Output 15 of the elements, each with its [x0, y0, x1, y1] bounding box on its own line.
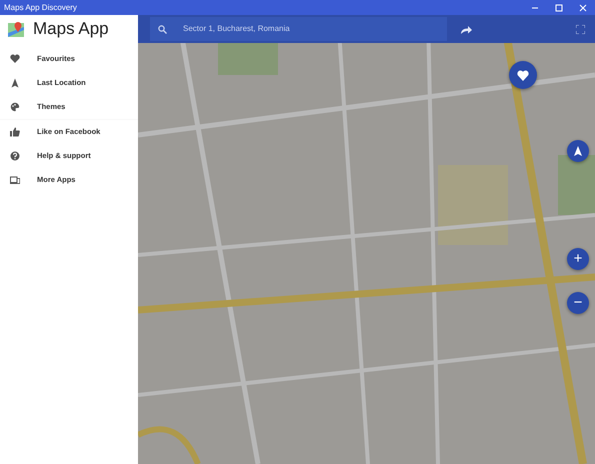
- palette-icon: [10, 102, 20, 112]
- heart-icon: [517, 70, 529, 80]
- heart-icon: [10, 54, 20, 64]
- share-icon[interactable]: [461, 24, 472, 34]
- arrow-icon: [10, 78, 20, 88]
- search-icon: [158, 24, 167, 34]
- help-icon: [10, 151, 20, 161]
- window-title: Maps App Discovery: [3, 2, 78, 14]
- thumbs-up-icon: [10, 127, 20, 137]
- map-pin-icon: [8, 20, 25, 38]
- navigation-arrow-icon: [574, 146, 582, 156]
- search-field[interactable]: Sector 1, Bucharest, Romania: [150, 17, 447, 41]
- app-title: Maps App: [33, 18, 109, 40]
- devices-icon: [10, 175, 20, 185]
- fullscreen-icon[interactable]: [576, 24, 585, 34]
